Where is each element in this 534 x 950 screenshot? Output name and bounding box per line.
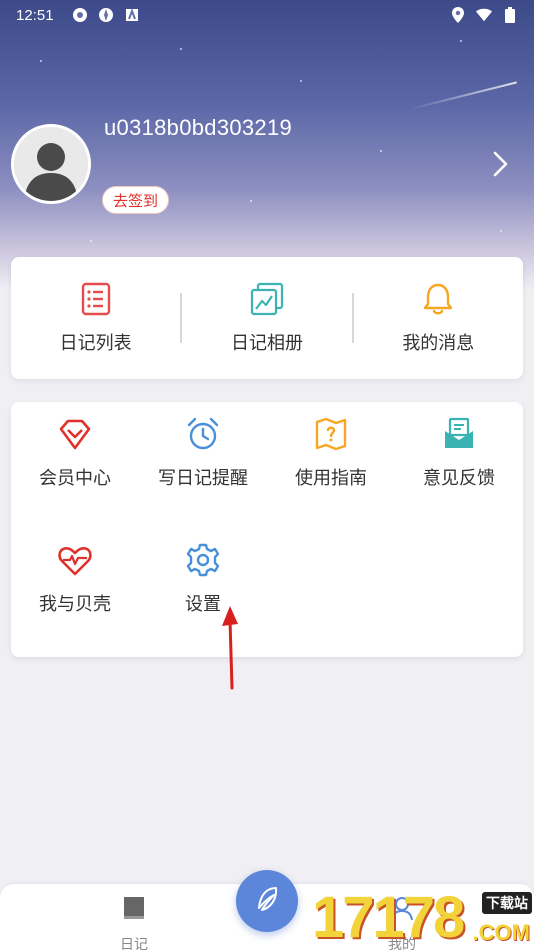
watermark-tag: 下载站 xyxy=(482,892,532,914)
signin-button[interactable]: 去签到 xyxy=(102,186,170,214)
avatar[interactable] xyxy=(11,124,91,204)
feedback-mail-icon xyxy=(441,416,477,452)
quick-actions-card: 日记列表 日记相册 我的消息 xyxy=(11,257,523,379)
tab-diary[interactable]: 日记 xyxy=(102,894,166,950)
write-diary-button[interactable] xyxy=(236,870,298,932)
diary-reminder-label: 写日记提醒 xyxy=(158,468,248,489)
book-icon xyxy=(120,894,148,926)
diary-album-button[interactable]: 日记相册 xyxy=(182,281,351,355)
feedback-label: 意见反馈 xyxy=(423,468,495,489)
gear-icon xyxy=(185,542,221,578)
my-messages-label: 我的消息 xyxy=(402,333,475,354)
location-icon xyxy=(450,7,466,23)
me-and-beike-label: 我与贝壳 xyxy=(39,594,111,615)
membership-center-button[interactable]: 会员中心 xyxy=(11,416,139,490)
bell-icon xyxy=(420,281,456,317)
alarm-clock-icon xyxy=(185,416,221,452)
diary-reminder-button[interactable]: 写日记提醒 xyxy=(139,416,267,490)
app-notification-icon xyxy=(124,7,140,23)
status-time: 12:51 xyxy=(16,6,54,24)
diary-list-button[interactable]: 日记列表 xyxy=(11,281,180,355)
watermark-logo: 17178 下载站 .COM xyxy=(306,886,534,950)
watermark-domain: .COM xyxy=(472,920,530,945)
username: u0318b0bd303219 xyxy=(104,115,293,140)
me-and-beike-button[interactable]: 我与贝壳 xyxy=(11,542,139,616)
chevron-right-icon[interactable] xyxy=(490,150,512,178)
diamond-icon xyxy=(57,416,93,452)
tab-diary-label: 日记 xyxy=(120,937,148,950)
status-bar: 12:51 xyxy=(0,0,534,30)
features-card: 会员中心 写日记提醒 使用指南 意见反馈 我与贝壳 设置 xyxy=(11,402,523,657)
feedback-button[interactable]: 意见反馈 xyxy=(395,416,523,490)
app-notification-icon xyxy=(98,7,114,23)
user-guide-label: 使用指南 xyxy=(295,468,367,489)
battery-icon xyxy=(502,7,518,23)
settings-button[interactable]: 设置 xyxy=(139,542,267,616)
user-guide-button[interactable]: 使用指南 xyxy=(267,416,395,490)
list-icon xyxy=(78,281,114,317)
wifi-icon xyxy=(476,7,492,23)
feather-pen-icon xyxy=(252,884,282,918)
diary-album-label: 日记相册 xyxy=(230,333,303,354)
settings-label: 设置 xyxy=(185,594,221,615)
membership-center-label: 会员中心 xyxy=(39,468,111,489)
app-notification-icon xyxy=(72,7,88,23)
heart-pulse-icon xyxy=(57,542,93,578)
diary-list-label: 日记列表 xyxy=(59,333,132,354)
album-icon xyxy=(249,281,285,317)
annotation-arrow xyxy=(218,602,246,692)
my-messages-button[interactable]: 我的消息 xyxy=(354,281,523,355)
guide-map-icon xyxy=(313,416,349,452)
watermark-number: 17178 xyxy=(312,885,465,950)
